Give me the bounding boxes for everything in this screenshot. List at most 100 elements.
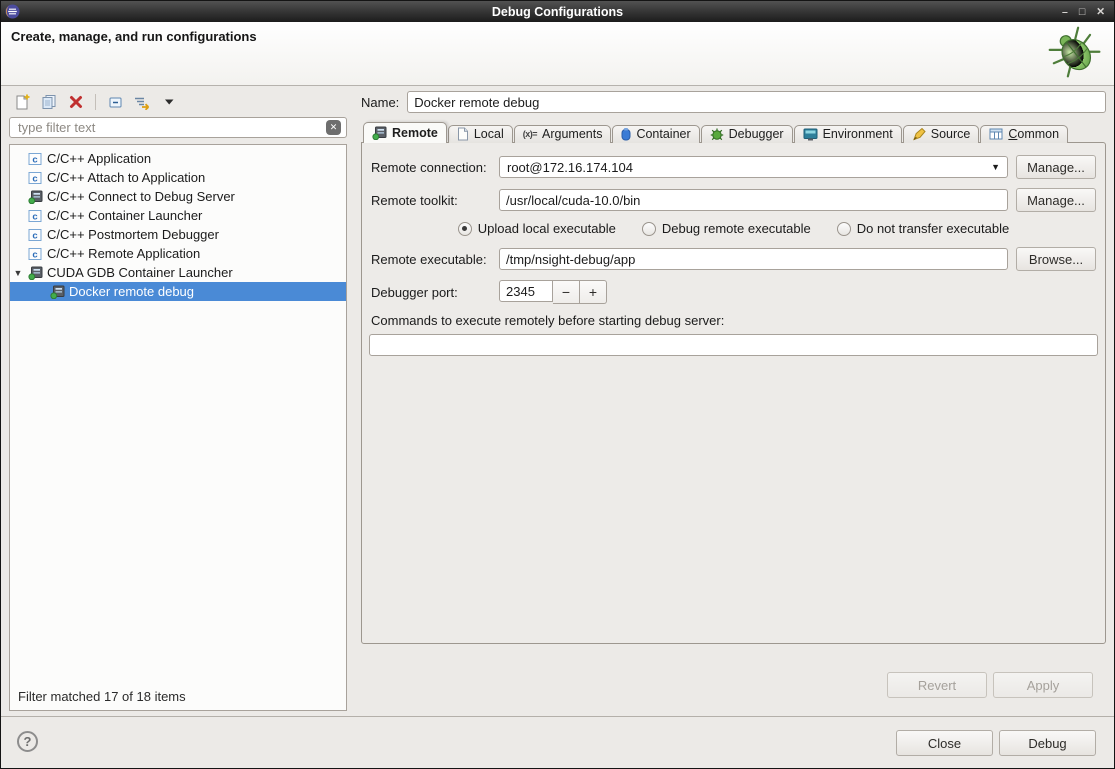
radio-button-icon[interactable] [458,222,472,236]
svg-text:c: c [32,173,37,184]
manage-connection-button[interactable]: Manage... [1016,155,1096,179]
c-icon: c [26,247,44,261]
tree-item-label: C/C++ Remote Application [47,246,200,261]
duplicate-configuration-button[interactable] [38,91,60,113]
debugger-port-input[interactable] [499,280,553,302]
debug-button[interactable]: Debug [999,730,1096,756]
toolbar-menu-button[interactable] [158,91,180,113]
maximize-button[interactable]: □ [1079,2,1085,22]
tree-item-c-c-postmortem-debugger[interactable]: cC/C++ Postmortem Debugger [10,225,346,244]
svg-text:c: c [32,249,37,260]
configuration-name-input[interactable] [407,91,1106,113]
close-window-button[interactable]: ✕ [1096,2,1105,22]
delete-icon [69,95,83,109]
tab-arguments[interactable]: (x)= Arguments [514,125,612,143]
minimize-button[interactable]: – [1062,2,1068,22]
remote-executable-input[interactable] [499,248,1008,270]
server-icon [26,266,44,280]
args-icon: (x)= [523,129,537,139]
tree-item-docker-remote-debug[interactable]: Docker remote debug [10,282,346,301]
svg-text:c: c [32,154,37,165]
tab-remote[interactable]: Remote [363,122,447,143]
new-icon [14,94,30,110]
tab-label: Container [636,127,690,141]
revert-button[interactable]: Revert [887,672,987,698]
tab-local[interactable]: Local [448,125,513,143]
debugger-port-stepper: − + [499,280,607,304]
server-icon [26,190,44,204]
environment-icon [803,128,818,141]
browse-executable-button[interactable]: Browse... [1016,247,1096,271]
tab-environment[interactable]: Environment [794,125,902,143]
svg-text:c: c [32,230,37,241]
source-icon [912,127,926,141]
configurations-tree: cC/C++ ApplicationcC/C++ Attach to Appli… [10,145,346,686]
tab-source[interactable]: Source [903,125,980,143]
expand-arrow-icon[interactable]: ▼ [10,268,26,278]
window-title: Debug Configurations [1,5,1114,19]
remote-toolkit-label: Remote toolkit: [371,193,499,208]
svg-text:c: c [32,211,37,222]
tree-item-label: C/C++ Container Launcher [47,208,202,223]
filter-configurations-button[interactable] [131,91,153,113]
dialog-footer: ? Close Debug [1,716,1114,768]
tab-common[interactable]: Common [980,125,1068,143]
radio-upload-local-executable[interactable]: Upload local executable [458,221,616,236]
tree-item-label: CUDA GDB Container Launcher [47,265,233,280]
tab-debugger[interactable]: Debugger [701,125,793,143]
radio-label: Upload local executable [478,221,616,236]
filter-input[interactable] [12,120,326,135]
commands-input[interactable] [369,334,1098,356]
remote-connection-label: Remote connection: [371,160,499,175]
tab-label: Environment [823,127,893,141]
common-icon [989,128,1003,140]
debugger-icon [710,127,724,141]
filter-box: ✕ [9,117,347,138]
close-button[interactable]: Close [896,730,993,756]
tab-label: Debugger [729,127,784,141]
c-icon: c [26,152,44,166]
transfer-options-group: Upload local executable Debug remote exec… [369,221,1098,236]
remote-executable-label: Remote executable: [371,252,499,267]
server-icon [48,285,66,299]
apply-button[interactable]: Apply [993,672,1093,698]
remote-toolkit-input[interactable] [499,189,1008,211]
debug-configurations-dialog: Debug Configurations – □ ✕ Create, manag… [0,0,1115,769]
clear-filter-icon[interactable]: ✕ [326,120,341,135]
tab-label: Arguments [542,127,602,141]
radio-button-icon[interactable] [642,222,656,236]
delete-configuration-button[interactable] [65,91,87,113]
help-icon[interactable]: ? [17,731,38,752]
radio-button-icon[interactable] [837,222,851,236]
port-increment-button[interactable]: + [580,280,607,304]
remote-connection-select[interactable]: root@172.16.174.104 ▼ [499,156,1008,178]
eclipse-logo-icon [5,4,20,19]
configuration-detail-panel: Name: RemoteLocal(x)=ArgumentsContainerD… [361,90,1106,711]
collapse-all-button[interactable] [104,91,126,113]
port-decrement-button[interactable]: − [553,280,580,304]
tree-item-c-c-connect-to-debug-server[interactable]: C/C++ Connect to Debug Server [10,187,346,206]
tab-label: Local [474,127,504,141]
new-configuration-button[interactable] [11,91,33,113]
tree-item-c-c-remote-application[interactable]: c C/C++ Remote Application [10,244,346,263]
title-bar[interactable]: Debug Configurations – □ ✕ [1,1,1114,22]
tree-item-c-c-application[interactable]: cC/C++ Application [10,149,346,168]
radio-label: Debug remote executable [662,221,811,236]
tab-label: Source [931,127,971,141]
filter-icon [133,95,151,110]
collapse-icon [108,95,123,110]
configurations-tree-panel: cC/C++ ApplicationcC/C++ Attach to Appli… [9,144,347,711]
debugger-port-label: Debugger port: [371,285,499,300]
tree-item-c-c-container-launcher[interactable]: c C/C++ Container Launcher [10,206,346,225]
radio-debug-remote-executable[interactable]: Debug remote executable [642,221,811,236]
radio-label: Do not transfer executable [857,221,1009,236]
tree-item-label: Docker remote debug [69,284,194,299]
c-icon: c [26,209,44,223]
radio-do-not-transfer-executable[interactable]: Do not transfer executable [837,221,1009,236]
manage-toolkit-button[interactable]: Manage... [1016,188,1096,212]
tab-container[interactable]: Container [612,125,699,143]
tree-item-c-c-attach-to-application[interactable]: cC/C++ Attach to Application [10,168,346,187]
tree-item-cuda-gdb-container-launcher[interactable]: ▼ CUDA GDB Container Launcher [10,263,346,282]
page-icon [457,127,469,141]
tab-label: Remote [392,126,438,140]
